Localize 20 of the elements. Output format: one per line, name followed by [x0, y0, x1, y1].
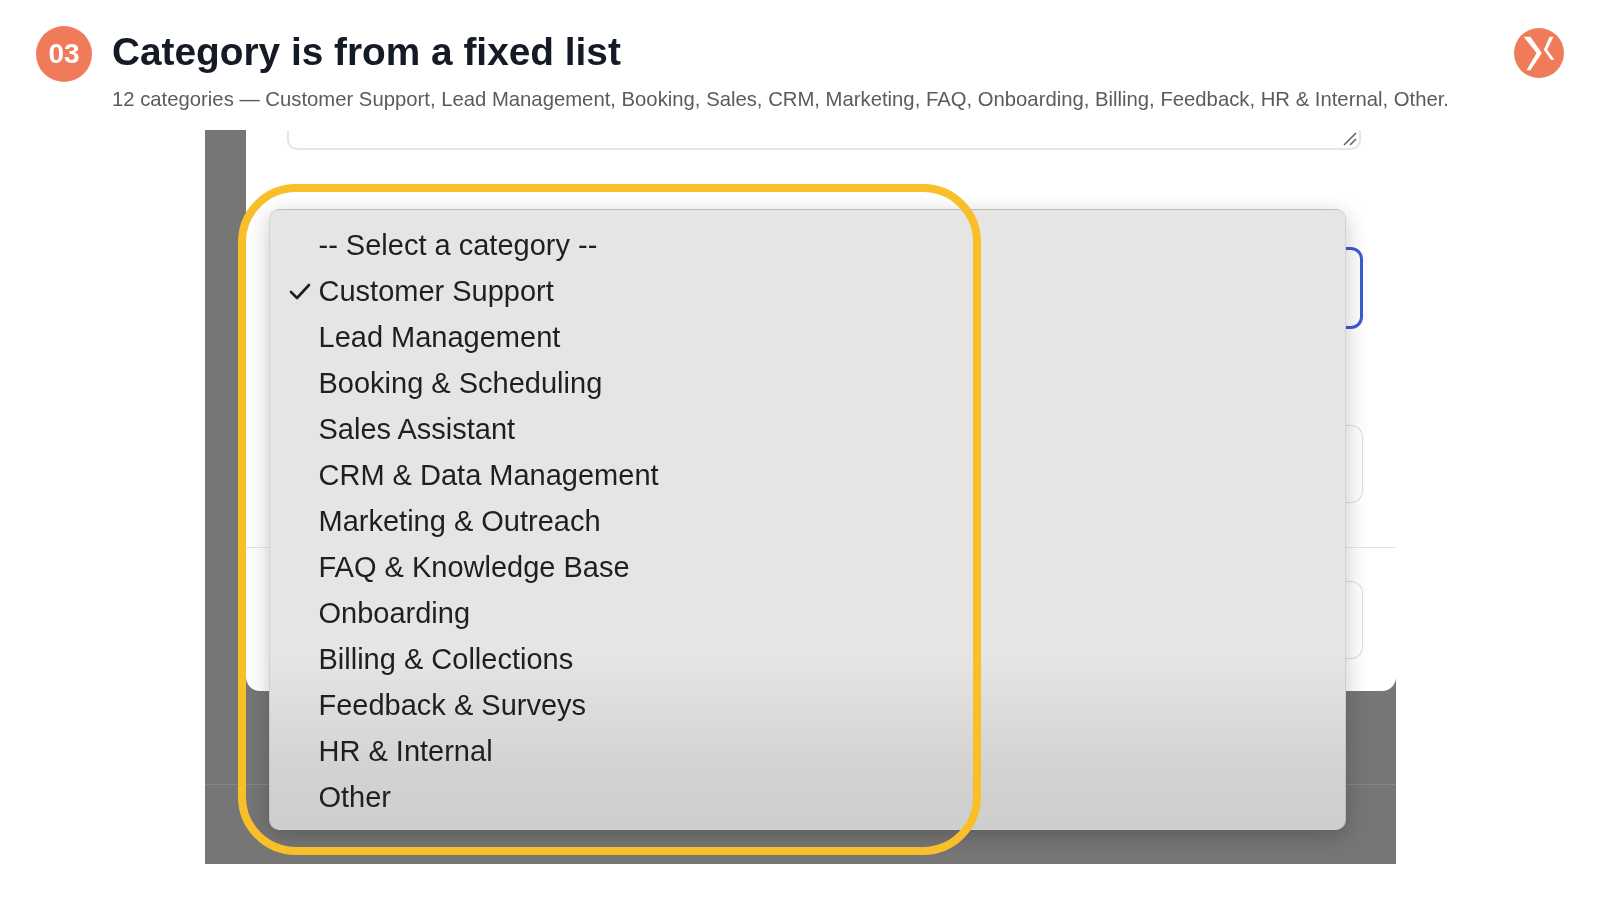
menu-option[interactable]: HR & Internal	[269, 728, 1345, 774]
slide-subtitle: 12 categories — Customer Support, Lead Management, Booking, Sales, CRM, Marketing, FAQ, Onboarding, Billing, Feedback, HR & Internal, Other.	[112, 88, 1449, 110]
slide-title: Category is from a fixed list	[112, 30, 622, 74]
textarea-field[interactable]	[286, 130, 1361, 150]
resize-handle-icon[interactable]	[1342, 132, 1357, 146]
menu-option[interactable]: Sales Assistant	[269, 406, 1345, 452]
menu-option[interactable]: CRM & Data Management	[269, 452, 1345, 498]
menu-option[interactable]: Feedback & Surveys	[269, 682, 1345, 728]
menu-option[interactable]: Booking & Scheduling	[269, 360, 1345, 406]
menu-option[interactable]: -- Select a category --	[269, 222, 1345, 268]
menu-option[interactable]: Customer Support	[269, 268, 1345, 314]
logo-icon	[1514, 28, 1564, 78]
step-badge: 03	[36, 26, 92, 82]
menu-option[interactable]: Marketing & Outreach	[269, 498, 1345, 544]
menu-option[interactable]: Other	[269, 774, 1345, 820]
menu-option[interactable]: Lead Management	[269, 314, 1345, 360]
menu-option[interactable]: Onboarding	[269, 590, 1345, 636]
checkmark-icon	[288, 282, 311, 300]
menu-option[interactable]: Billing & Collections	[269, 636, 1345, 682]
menu-option[interactable]: FAQ & Knowledge Base	[269, 544, 1345, 590]
